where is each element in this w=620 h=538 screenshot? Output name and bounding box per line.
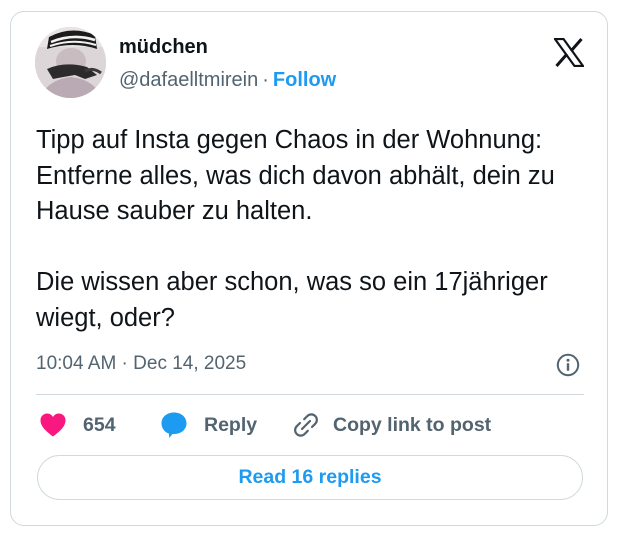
copy-link-button[interactable]: Copy link to post [291,408,491,442]
display-name[interactable]: müdchen [119,36,208,59]
speech-bubble-icon [161,412,187,438]
tweet-text: Tipp auf Insta gegen Chaos in der Wohnun… [36,123,596,336]
tweet-card: müdchen @dafaelltmirein · Follow Tipp auf … [10,11,608,526]
tweet-paragraph: Die wissen aber schon, was so ein 17jähr… [36,268,548,332]
reply-button[interactable]: Reply [160,408,257,442]
read-replies-label: Read 16 replies [238,466,382,488]
heart-icon [40,413,66,437]
follow-button[interactable]: Follow [273,69,336,91]
avatar-image [35,27,106,98]
tweet-timestamp[interactable]: 10:04 AM · Dec 14, 2025 [36,353,246,375]
handle-row: @dafaelltmirein · Follow [119,69,336,92]
info-icon[interactable] [556,353,580,377]
handle-separator: · [262,69,269,91]
read-replies-button[interactable]: Read 16 replies [37,455,583,500]
reply-label: Reply [204,413,258,436]
x-logo-icon[interactable] [552,37,586,68]
avatar[interactable] [35,27,106,98]
action-bar: 654 Reply Copy link to post [11,408,607,442]
user-handle[interactable]: @dafaelltmirein [119,69,258,91]
divider [36,394,584,395]
like-count: 654 [83,413,116,436]
tweet-paragraph: Tipp auf Insta gegen Chaos in der Wohnun… [36,126,555,225]
copy-link-label: Copy link to post [333,413,492,436]
link-icon [294,413,318,437]
like-button[interactable]: 654 [39,408,116,442]
